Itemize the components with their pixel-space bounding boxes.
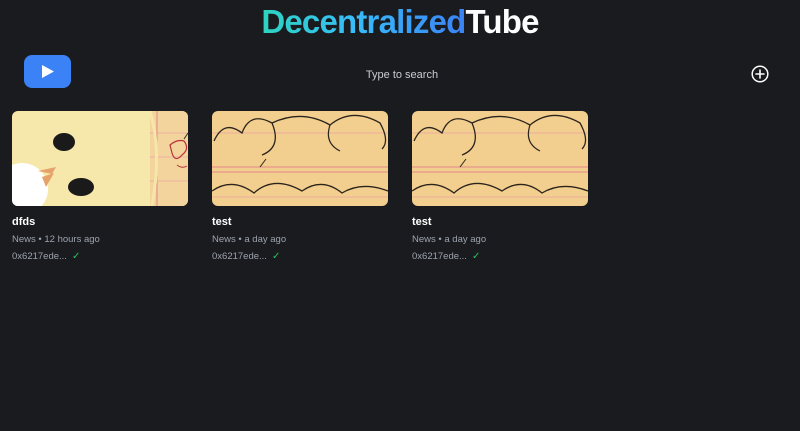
video-owner: 0x6217ede... ✓ bbox=[412, 250, 588, 263]
video-thumbnail[interactable] bbox=[212, 111, 388, 206]
video-card[interactable]: test News • a day ago 0x6217ede... ✓ bbox=[212, 111, 388, 263]
brand-name-part1: Decentralized bbox=[261, 3, 466, 40]
owner-address[interactable]: 0x6217ede... bbox=[212, 250, 267, 263]
plus-circle-icon bbox=[751, 65, 769, 83]
check-icon: ✓ bbox=[71, 251, 81, 262]
video-thumbnail[interactable] bbox=[412, 111, 588, 206]
video-title[interactable]: test bbox=[212, 215, 388, 229]
check-icon: ✓ bbox=[471, 251, 481, 262]
video-card[interactable]: dfds News • 12 hours ago 0x6217ede... ✓ bbox=[12, 111, 188, 263]
video-category: News bbox=[412, 234, 436, 245]
app-header: DecentralizedTube bbox=[0, 0, 800, 50]
video-category: News bbox=[212, 234, 236, 245]
video-owner: 0x6217ede... ✓ bbox=[212, 250, 388, 263]
video-meta: News • a day ago bbox=[412, 234, 487, 245]
video-title[interactable]: dfds bbox=[12, 215, 188, 229]
brand-name-part2: Tube bbox=[465, 3, 540, 40]
video-title[interactable]: test bbox=[412, 215, 588, 229]
video-meta: News • 12 hours ago bbox=[12, 234, 100, 245]
video-grid: dfds News • 12 hours ago 0x6217ede... ✓ … bbox=[12, 111, 588, 263]
check-icon: ✓ bbox=[271, 251, 281, 262]
owner-address[interactable]: 0x6217ede... bbox=[412, 250, 467, 263]
video-thumbnail[interactable] bbox=[12, 111, 188, 206]
upload-video-button[interactable] bbox=[749, 63, 771, 85]
video-card[interactable]: test News • a day ago 0x6217ede... ✓ bbox=[412, 111, 588, 263]
video-time: a day ago bbox=[244, 234, 287, 245]
video-owner: 0x6217ede... ✓ bbox=[12, 250, 188, 263]
play-icon bbox=[41, 65, 54, 78]
brand-logo[interactable]: DecentralizedTube bbox=[0, 2, 800, 42]
video-meta: News • a day ago bbox=[212, 234, 287, 245]
search-input[interactable] bbox=[250, 64, 554, 86]
video-category: News bbox=[12, 234, 36, 245]
owner-address[interactable]: 0x6217ede... bbox=[12, 250, 67, 263]
home-logo-button[interactable] bbox=[24, 55, 71, 88]
video-time: a day ago bbox=[444, 234, 487, 245]
video-time: 12 hours ago bbox=[44, 234, 100, 245]
